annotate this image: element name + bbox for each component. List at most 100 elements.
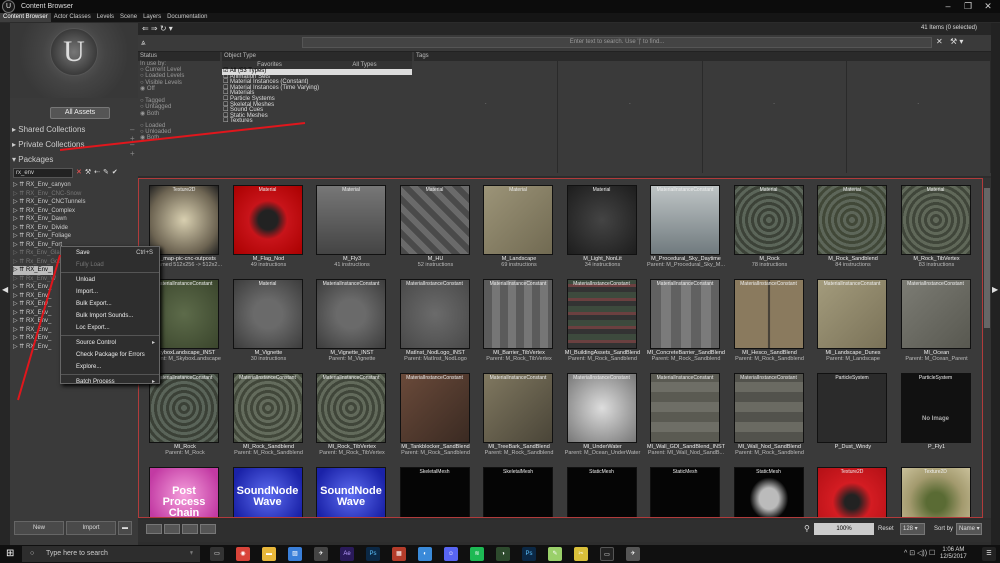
asset-tile[interactable]: SkeletalMesh — [396, 467, 476, 517]
microphone-icon[interactable]: ♆ — [189, 546, 194, 562]
asset-tile[interactable]: MaterialInstanceConstant M_Procedural_Sky… — [646, 185, 726, 277]
view-grid-icon[interactable] — [200, 524, 216, 534]
asset-tile[interactable]: ParticleSystem No Image P_Fly1 — [897, 373, 977, 465]
status-filter-item[interactable]: ◉ Both — [138, 135, 218, 141]
asset-thumbnail[interactable]: MaterialInstanceConstant — [733, 279, 804, 349]
asset-tile[interactable]: StaticMesh — [646, 467, 726, 517]
asset-thumbnail[interactable]: MaterialInstanceConstant — [817, 279, 887, 349]
package-item[interactable]: ▷ ⇈ RX_Env_canyon — [13, 181, 136, 190]
asset-thumbnail[interactable]: MaterialInstanceConstant — [316, 373, 386, 443]
close-button[interactable]: ✕ — [978, 0, 998, 13]
asset-thumbnail[interactable]: StaticMesh — [650, 467, 720, 517]
private-collections-header[interactable]: ▸ Private Collections – + — [12, 140, 135, 158]
view-list-icon[interactable] — [164, 524, 180, 534]
asset-thumbnail[interactable]: StaticMeshNO COLLISION MODEL! — [733, 467, 804, 517]
unreal-taskbar-icon[interactable]: ✈ — [314, 547, 328, 561]
asset-thumbnail[interactable]: MaterialInstanceConstant — [316, 279, 386, 349]
asset-tile[interactable]: MaterialInstanceConstant MI_Tankblocker_S… — [396, 373, 476, 465]
history-nav[interactable]: ⇐ ⇒ ↻ ▾ — [142, 24, 173, 33]
package-item[interactable]: ▷ ⇈ RX_Env_CNCTunnels — [13, 198, 136, 207]
asset-tile[interactable]: Material M_Rock_TibVertex 83 instructions — [897, 185, 977, 277]
asset-tile[interactable]: MaterialInstanceConstant MI_UnderWater Par… — [563, 373, 643, 465]
clear-filter-icon[interactable]: ✕ — [76, 169, 85, 176]
asset-thumbnail[interactable]: Material — [232, 185, 303, 255]
app-icon-red[interactable]: ▦ — [392, 547, 406, 561]
asset-thumbnail[interactable]: MaterialInstanceConstant — [399, 279, 470, 349]
scrollbar-thumb[interactable] — [984, 188, 990, 328]
photos-icon[interactable]: ▨ — [288, 547, 302, 561]
photoshop-icon[interactable]: Ps — [366, 547, 380, 561]
asset-thumbnail[interactable]: SkeletalMesh — [399, 467, 470, 517]
tab-documentation[interactable]: Documentation — [164, 13, 210, 22]
asset-thumbnail[interactable]: MaterialInstanceConstant — [733, 373, 804, 443]
asset-thumbnail[interactable]: MaterialInstanceConstant — [900, 279, 971, 349]
package-filter-input[interactable]: rx_env — [13, 168, 73, 178]
asset-tile[interactable]: Material M_Rock_Sandblend 84 instructions — [813, 185, 893, 277]
asset-thumbnail[interactable]: MaterialInstanceConstant — [650, 279, 720, 349]
shared-collections-header[interactable]: ▸ Shared Collections – + — [12, 125, 135, 143]
wrench-icon[interactable]: ⚒ — [85, 169, 94, 176]
object-type-item[interactable]: ☐ Textures — [222, 119, 412, 125]
search-options-icon[interactable]: ⚒ ▾ — [950, 37, 963, 46]
menu-item-source-control[interactable]: Source Control ▸ — [61, 337, 159, 349]
asset-tile[interactable]: SoundNode Wave — [312, 467, 392, 517]
tab-content-browser[interactable]: Content Browser — [0, 13, 51, 22]
spotify-icon[interactable]: ≋ — [470, 547, 484, 561]
asset-thumbnail[interactable]: MaterialInstanceConstant — [566, 373, 637, 443]
asset-tile[interactable]: StaticMeshNO COLLISION MODEL! — [730, 467, 810, 517]
asset-thumbnail[interactable]: SoundNode Wave — [232, 467, 303, 517]
asset-tile[interactable]: MaterialInstanceConstant MI_Ocean Parent: … — [897, 279, 977, 371]
menu-item-unload[interactable]: Unload — [61, 274, 159, 286]
asset-thumbnail[interactable]: Material — [232, 279, 303, 349]
asset-thumbnail[interactable]: SkeletalMesh — [483, 467, 553, 517]
asset-tile[interactable]: MaterialInstanceConstant MI_BuildingAsset… — [563, 279, 643, 371]
asset-thumbnail[interactable]: ParticleSystem — [817, 373, 887, 443]
import-button[interactable]: Import — [66, 521, 116, 535]
asset-thumbnail[interactable]: MaterialInstanceConstant — [650, 373, 720, 443]
app-icon-yellow[interactable]: ✂ — [574, 547, 588, 561]
menu-item-bulk-export[interactable]: Bulk Export... — [61, 298, 159, 310]
taskbar-search-input[interactable]: ○ Type here to search ♆ — [22, 546, 200, 562]
notifications-icon[interactable]: ☰ — [982, 547, 996, 561]
asset-tile[interactable]: SoundNode Wave — [229, 467, 309, 517]
asset-thumbnail[interactable]: StaticMeshNO COLLISION MODEL! — [566, 467, 637, 517]
asset-thumbnail[interactable]: Material — [817, 185, 887, 255]
taskbar-clock[interactable]: 1:06 AM 12/5/2017 — [940, 547, 967, 561]
unreal-taskbar-icon-2[interactable]: ✈ — [626, 547, 640, 561]
asset-thumbnail[interactable]: Post Process Chain — [149, 467, 219, 517]
asset-tile[interactable]: MaterialInstanceConstant MI_Rock_TibVerte… — [312, 373, 392, 465]
asset-tile[interactable]: ParticleSystem P_Dust_Windy — [813, 373, 893, 465]
asset-scrollbar[interactable] — [983, 178, 991, 518]
asset-thumbnail[interactable]: ParticleSystem No Image — [900, 373, 971, 443]
asset-thumbnail[interactable]: Material — [733, 185, 804, 255]
menu-item-save[interactable]: Save Ctrl+S — [61, 247, 159, 259]
asset-tile[interactable]: Material M_Flag_Nod 49 instructions — [229, 185, 309, 277]
new-button[interactable]: New — [14, 521, 64, 535]
minimize-button[interactable]: – — [938, 0, 958, 13]
asset-thumbnail[interactable]: SoundNode Wave — [316, 467, 386, 517]
asset-thumbnail[interactable]: Material — [399, 185, 470, 255]
tab-scene[interactable]: Scene — [117, 13, 140, 22]
tab-actor-classes[interactable]: Actor Classes — [51, 13, 94, 22]
package-item[interactable]: ▷ ⇈ RX_Env_CNC-Snow — [13, 190, 136, 199]
asset-tile[interactable]: MaterialInstanceConstant MI_TreeBark_Sand… — [479, 373, 559, 465]
zoom-level[interactable]: 100% — [814, 523, 874, 535]
asset-tile[interactable]: Material M_Vignette 30 instructions — [229, 279, 309, 371]
asset-thumbnail[interactable]: MaterialInstanceConstant — [483, 279, 553, 349]
asset-thumbnail[interactable]: Material — [900, 185, 971, 255]
asset-thumbnail[interactable]: Material — [316, 185, 386, 255]
edit-icon[interactable]: ✎ — [103, 169, 112, 176]
asset-thumbnail[interactable]: MaterialInstanceConstant — [566, 279, 637, 349]
app-icon-blue[interactable]: ◐ — [418, 547, 432, 561]
photoshop-icon-2[interactable]: Ps — [522, 547, 536, 561]
asset-tile[interactable]: MaterialInstanceConstant MI_ConcreteBarri… — [646, 279, 726, 371]
asset-tile[interactable]: SkeletalMesh — [479, 467, 559, 517]
add-private-collection-icon[interactable]: – + — [130, 140, 135, 158]
package-item[interactable]: ▷ ⇈ RX_Env_Foliage — [13, 232, 136, 241]
system-tray[interactable]: ^ ⊡ ◁)) ☐ — [904, 549, 935, 557]
asset-thumbnail[interactable]: Texture2D — [900, 467, 971, 517]
asset-tile[interactable]: MaterialInstanceConstant MI_Rock_Sandblen… — [229, 373, 309, 465]
thumbnail-size-select[interactable]: 128 ▾ — [900, 523, 925, 535]
after-effects-icon[interactable]: Ae — [340, 547, 354, 561]
all-assets-button[interactable]: All Assets — [50, 107, 110, 119]
